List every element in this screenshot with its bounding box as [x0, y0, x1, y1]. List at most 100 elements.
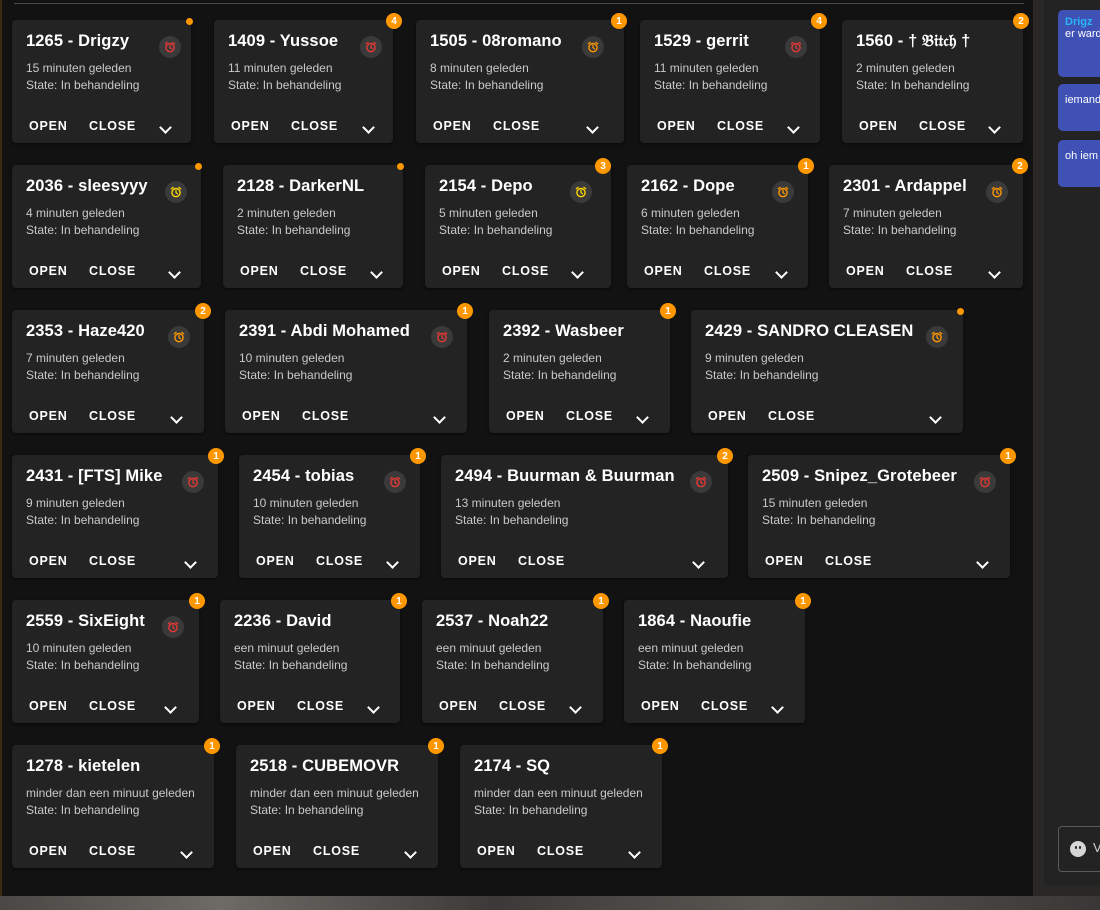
open-button[interactable]: OPEN [231, 119, 270, 133]
open-button[interactable]: OPEN [506, 409, 545, 423]
ticket-card: 2429 - SANDRO CLEASEN 9 minuten geleden St… [691, 308, 964, 433]
open-button[interactable]: OPEN [29, 264, 68, 278]
open-button[interactable]: OPEN [477, 844, 516, 858]
chevron-down-icon[interactable] [170, 411, 183, 424]
open-button[interactable]: OPEN [859, 119, 898, 133]
close-button[interactable]: CLOSE [704, 264, 751, 278]
close-button[interactable]: CLOSE [89, 264, 136, 278]
close-button[interactable]: CLOSE [499, 699, 546, 713]
chevron-down-icon[interactable] [367, 701, 380, 714]
open-button[interactable]: OPEN [253, 844, 292, 858]
chevron-down-icon[interactable] [586, 121, 599, 134]
close-button[interactable]: CLOSE [768, 409, 815, 423]
close-button[interactable]: CLOSE [89, 554, 136, 568]
close-button[interactable]: CLOSE [89, 844, 136, 858]
open-button[interactable]: OPEN [458, 554, 497, 568]
ticket-card: 2174 - SQ minder dan een minuut geleden St… [460, 738, 668, 868]
chevron-down-icon[interactable] [362, 121, 375, 134]
close-button[interactable]: CLOSE [701, 699, 748, 713]
alarm-clock-icon [785, 36, 807, 58]
open-button[interactable]: OPEN [256, 554, 295, 568]
chevron-down-icon[interactable] [569, 701, 582, 714]
open-button[interactable]: OPEN [29, 409, 68, 423]
chevron-down-icon[interactable] [692, 556, 705, 569]
chevron-down-icon[interactable] [571, 266, 584, 279]
emoji-icon[interactable] [1070, 841, 1086, 857]
ticket-card: 2509 - Snipez_Grotebeer 15 minuten gelede… [748, 448, 1016, 578]
close-button[interactable]: CLOSE [291, 119, 338, 133]
alarm-clock-icon [431, 326, 453, 348]
close-button[interactable]: CLOSE [493, 119, 540, 133]
chevron-down-icon[interactable] [775, 266, 788, 279]
close-button[interactable]: CLOSE [297, 699, 344, 713]
ticket-state: State: In behandeling [856, 78, 970, 92]
open-button[interactable]: OPEN [433, 119, 472, 133]
open-button[interactable]: OPEN [29, 554, 68, 568]
open-button[interactable]: OPEN [644, 264, 683, 278]
close-button[interactable]: CLOSE [518, 554, 565, 568]
close-button[interactable]: CLOSE [906, 264, 953, 278]
unread-dot [397, 163, 404, 170]
notification-badge: 1 [410, 448, 426, 464]
chevron-down-icon[interactable] [787, 121, 800, 134]
close-button[interactable]: CLOSE [313, 844, 360, 858]
chevron-down-icon[interactable] [433, 411, 446, 424]
open-button[interactable]: OPEN [29, 119, 68, 133]
chevron-down-icon[interactable] [184, 556, 197, 569]
chevron-down-icon[interactable] [976, 556, 989, 569]
ticket-elapsed-time: een minuut geleden [436, 641, 542, 655]
open-button[interactable]: OPEN [765, 554, 804, 568]
chat-text: oh iem [1065, 150, 1099, 162]
close-button[interactable]: CLOSE [537, 844, 584, 858]
chat-sender: Drigz [1065, 16, 1093, 28]
open-button[interactable]: OPEN [442, 264, 481, 278]
chevron-down-icon[interactable] [988, 266, 1001, 279]
close-button[interactable]: CLOSE [919, 119, 966, 133]
open-button[interactable]: OPEN [657, 119, 696, 133]
open-button[interactable]: OPEN [708, 409, 747, 423]
notification-badge: 2 [717, 448, 733, 464]
chevron-down-icon[interactable] [164, 701, 177, 714]
open-button[interactable]: OPEN [846, 264, 885, 278]
open-button[interactable]: OPEN [29, 699, 68, 713]
close-button[interactable]: CLOSE [825, 554, 872, 568]
chevron-down-icon[interactable] [771, 701, 784, 714]
ticket-elapsed-time: 15 minuten geleden [762, 496, 868, 510]
chevron-down-icon[interactable] [988, 121, 1001, 134]
open-button[interactable]: OPEN [439, 699, 478, 713]
ticket-elapsed-time: een minuut geleden [234, 641, 340, 655]
open-button[interactable]: OPEN [641, 699, 680, 713]
close-button[interactable]: CLOSE [316, 554, 363, 568]
ticket-elapsed-time: 11 minuten geleden [654, 61, 759, 75]
alarm-clock-icon [986, 181, 1008, 203]
chevron-down-icon[interactable] [370, 266, 383, 279]
close-button[interactable]: CLOSE [302, 409, 349, 423]
chevron-down-icon[interactable] [159, 121, 172, 134]
chevron-down-icon[interactable] [929, 411, 942, 424]
chevron-down-icon[interactable] [628, 846, 641, 859]
close-button[interactable]: CLOSE [502, 264, 549, 278]
close-button[interactable]: CLOSE [89, 409, 136, 423]
close-button[interactable]: CLOSE [566, 409, 613, 423]
close-button[interactable]: CLOSE [89, 699, 136, 713]
chevron-down-icon[interactable] [404, 846, 417, 859]
chevron-down-icon[interactable] [168, 266, 181, 279]
chevron-down-icon[interactable] [180, 846, 193, 859]
ticket-card: 2391 - Abdi Mohamed 10 minuten geleden Sta… [225, 303, 473, 433]
ticket-card: 2454 - tobias 10 minuten geleden State: In… [239, 448, 426, 578]
chevron-down-icon[interactable] [636, 411, 649, 424]
close-button[interactable]: CLOSE [300, 264, 347, 278]
close-button[interactable]: CLOSE [89, 119, 136, 133]
open-button[interactable]: OPEN [242, 409, 281, 423]
close-button[interactable]: CLOSE [717, 119, 764, 133]
ticket-state: State: In behandeling [503, 368, 617, 382]
ticket-state: State: In behandeling [430, 78, 544, 92]
notification-badge: 2 [1013, 13, 1029, 29]
open-button[interactable]: OPEN [29, 844, 68, 858]
chat-panel: Drigz er ward iemand oh iem V [1044, 0, 1100, 886]
open-button[interactable]: OPEN [237, 699, 276, 713]
chat-input[interactable]: V [1058, 826, 1100, 872]
ticket-state: State: In behandeling [26, 803, 140, 817]
chevron-down-icon[interactable] [386, 556, 399, 569]
open-button[interactable]: OPEN [240, 264, 279, 278]
